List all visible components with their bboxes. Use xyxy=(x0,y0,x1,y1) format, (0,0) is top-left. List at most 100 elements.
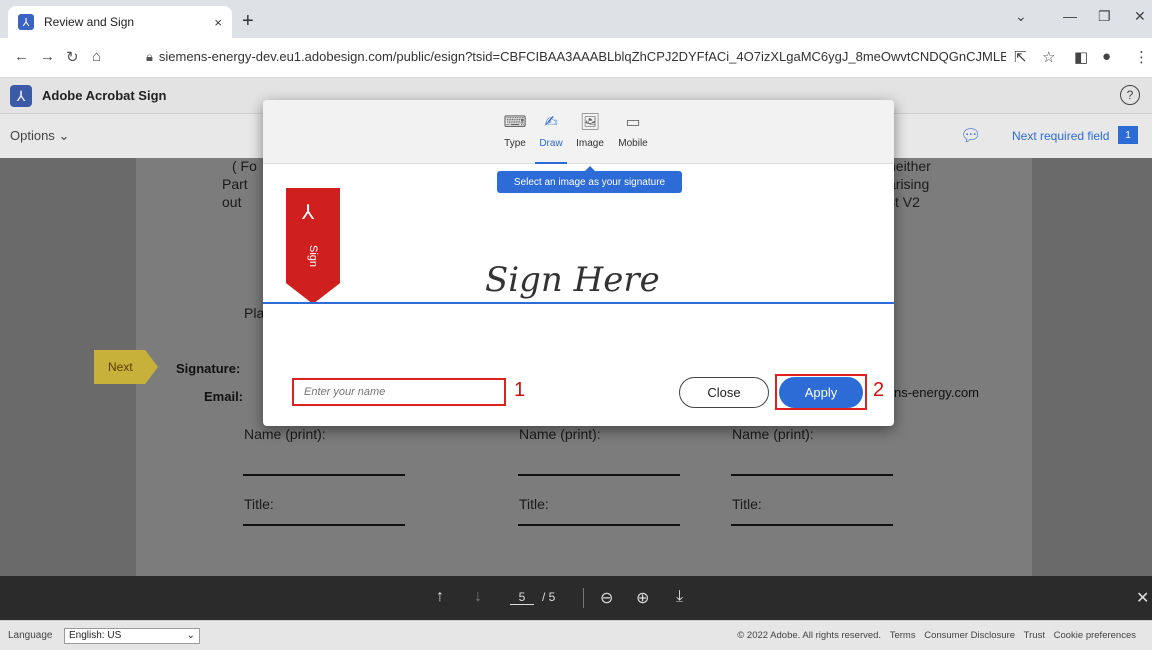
title-label: Title: xyxy=(244,496,274,512)
title-line xyxy=(731,524,893,526)
terms-link[interactable]: Terms xyxy=(890,630,916,641)
signature-dialog: ⌨ Type ✍ Draw 🖼︎ Image ▭ Mobile Select a… xyxy=(263,100,894,426)
share-icon[interactable]: ⇱ xyxy=(1014,48,1027,66)
zoom-out-icon[interactable]: ⊖ xyxy=(600,588,613,608)
tab-title: Review and Sign xyxy=(44,15,135,29)
tab-image[interactable]: 🖼︎ Image xyxy=(574,112,606,149)
tab-label: Image xyxy=(576,138,604,149)
previous-page-arrow-icon[interactable]: ↑ xyxy=(436,588,444,606)
page-footer: Language English: US ⌄ © 2022 Adobe. All… xyxy=(0,620,1152,650)
next-page-arrow-icon[interactable]: ↓ xyxy=(474,588,482,606)
bookmark-star-icon[interactable]: ☆ xyxy=(1042,48,1055,66)
language-select[interactable]: English: US ⌄ xyxy=(64,628,200,644)
app-name: Adobe Acrobat Sign xyxy=(42,88,167,103)
page-toolbar: ↑ ↓ 5 / 5 ⊖ ⊕ ⤓ ✕ xyxy=(0,576,1152,620)
address-bar: ← → ↻ ⌂ 🔒︎ siemens-energy-dev.eu1.adobesi… xyxy=(0,38,1152,78)
active-tab-indicator xyxy=(535,162,567,164)
close-window-icon[interactable]: ✕ xyxy=(1134,8,1146,25)
email-value: ns-energy.com xyxy=(894,385,980,400)
doc-text-fragment: neither xyxy=(888,158,931,174)
image-tab-tooltip: Select an image as your signature xyxy=(497,166,682,193)
sign-ribbon: ⅄ Sign xyxy=(286,188,340,304)
tab-draw[interactable]: ✍ Draw xyxy=(535,112,567,164)
signature-line xyxy=(518,474,680,476)
side-panel-icon[interactable]: ◧ xyxy=(1074,48,1088,66)
doc-text-fragment: arising xyxy=(888,176,930,192)
tab-mobile[interactable]: ▭ Mobile xyxy=(616,112,650,149)
title-line xyxy=(243,524,405,526)
sign-here-placeholder[interactable]: Sign Here xyxy=(485,260,660,300)
options-label: Options xyxy=(10,128,55,143)
footer-links: © 2022 Adobe. All rights reserved. Terms… xyxy=(731,630,1136,641)
chevron-down-icon: ⌄ xyxy=(58,128,70,143)
tab-label: Mobile xyxy=(618,138,648,149)
next-required-field-link[interactable]: Next required field xyxy=(1012,129,1109,143)
language-value: English: US xyxy=(69,630,122,641)
menu-kebab-icon[interactable]: ⋮ xyxy=(1134,48,1149,66)
acrobat-logo-icon: ⅄ xyxy=(10,85,32,107)
tab-label: Type xyxy=(504,138,526,149)
apply-button[interactable]: Apply xyxy=(779,377,863,408)
doc-text-fragment: Part xyxy=(222,176,248,192)
signature-label: Signature: xyxy=(176,361,241,376)
name-input[interactable] xyxy=(292,378,506,406)
language-label: Language xyxy=(8,630,53,641)
minimize-icon[interactable]: — xyxy=(1063,8,1077,24)
doc-text-fragment: ( Fo xyxy=(232,158,257,174)
title-line xyxy=(518,524,680,526)
signature-baseline xyxy=(263,302,894,304)
toolbar-divider xyxy=(583,588,584,608)
signature-line xyxy=(243,474,405,476)
title-label: Title: xyxy=(732,496,762,512)
home-icon[interactable]: ⌂ xyxy=(92,48,101,65)
download-icon[interactable]: ⤓ xyxy=(676,588,683,606)
keyboard-icon: ⌨ xyxy=(503,114,527,131)
mobile-icon: ▭ xyxy=(625,114,641,131)
signature-line xyxy=(731,474,893,476)
name-print-label: Name (print): xyxy=(244,426,326,442)
browser-tab[interactable]: ⅄ Review and Sign × xyxy=(8,6,232,38)
url-text: siemens-energy-dev.eu1.adobesign.com/pub… xyxy=(158,49,1006,64)
consumer-disclosure-link[interactable]: Consumer Disclosure xyxy=(924,630,1015,641)
zoom-in-icon[interactable]: ⊕ xyxy=(636,588,649,608)
image-icon: 🖼︎ xyxy=(579,114,601,131)
name-print-label: Name (print): xyxy=(732,426,814,442)
current-page-input[interactable]: 5 xyxy=(510,590,534,605)
title-label: Title: xyxy=(519,496,549,512)
options-menu[interactable]: Options ⌄ xyxy=(10,128,69,144)
required-field-count-badge: 1 xyxy=(1118,126,1138,144)
chevron-down-icon: ⌄ xyxy=(186,630,195,641)
doc-text-fragment: Pla xyxy=(244,305,265,321)
signature-method-tabs: ⌨ Type ✍ Draw 🖼︎ Image ▭ Mobile xyxy=(263,100,894,164)
acrobat-logo-icon: ⅄ xyxy=(302,202,315,224)
trust-link[interactable]: Trust xyxy=(1024,630,1045,641)
copyright-text: © 2022 Adobe. All rights reserved. xyxy=(737,630,882,641)
annotation-number: 1 xyxy=(514,379,526,401)
restore-icon[interactable]: ❐ xyxy=(1098,8,1111,25)
back-icon[interactable]: ← xyxy=(14,48,29,65)
tab-search-icon[interactable]: ⌄ xyxy=(1015,8,1027,25)
tab-close-icon[interactable]: × xyxy=(214,15,222,30)
browser-tab-bar: ⅄ Review and Sign × + ⌄ — ❐ ✕ xyxy=(0,0,1152,38)
help-icon[interactable]: ? xyxy=(1120,85,1140,105)
tab-label: Draw xyxy=(539,138,563,149)
new-tab-button[interactable]: + xyxy=(242,10,254,33)
lock-icon: 🔒︎ xyxy=(146,49,153,64)
forward-icon[interactable]: → xyxy=(40,48,55,65)
total-pages: / 5 xyxy=(542,590,556,604)
pen-icon: ✍ xyxy=(544,114,558,131)
close-toolbar-icon[interactable]: ✕ xyxy=(1136,588,1149,608)
url-field[interactable]: 🔒︎ siemens-energy-dev.eu1.adobesign.com/p… xyxy=(146,49,1006,65)
profile-avatar-icon[interactable]: ● xyxy=(1102,48,1111,65)
acrobat-favicon-icon: ⅄ xyxy=(18,14,34,30)
email-label: Email: xyxy=(204,389,244,404)
close-button[interactable]: Close xyxy=(679,377,769,408)
tab-type[interactable]: ⌨ Type xyxy=(502,112,528,149)
next-field-tag[interactable]: Next xyxy=(94,350,158,384)
ribbon-label: Sign xyxy=(307,244,319,268)
chat-bubble-icon[interactable]: 💬︎ xyxy=(960,126,982,146)
cookie-preferences-link[interactable]: Cookie preferences xyxy=(1054,630,1136,641)
doc-text-fragment: out xyxy=(222,194,242,210)
reload-icon[interactable]: ↻ xyxy=(66,48,79,66)
name-print-label: Name (print): xyxy=(519,426,601,442)
